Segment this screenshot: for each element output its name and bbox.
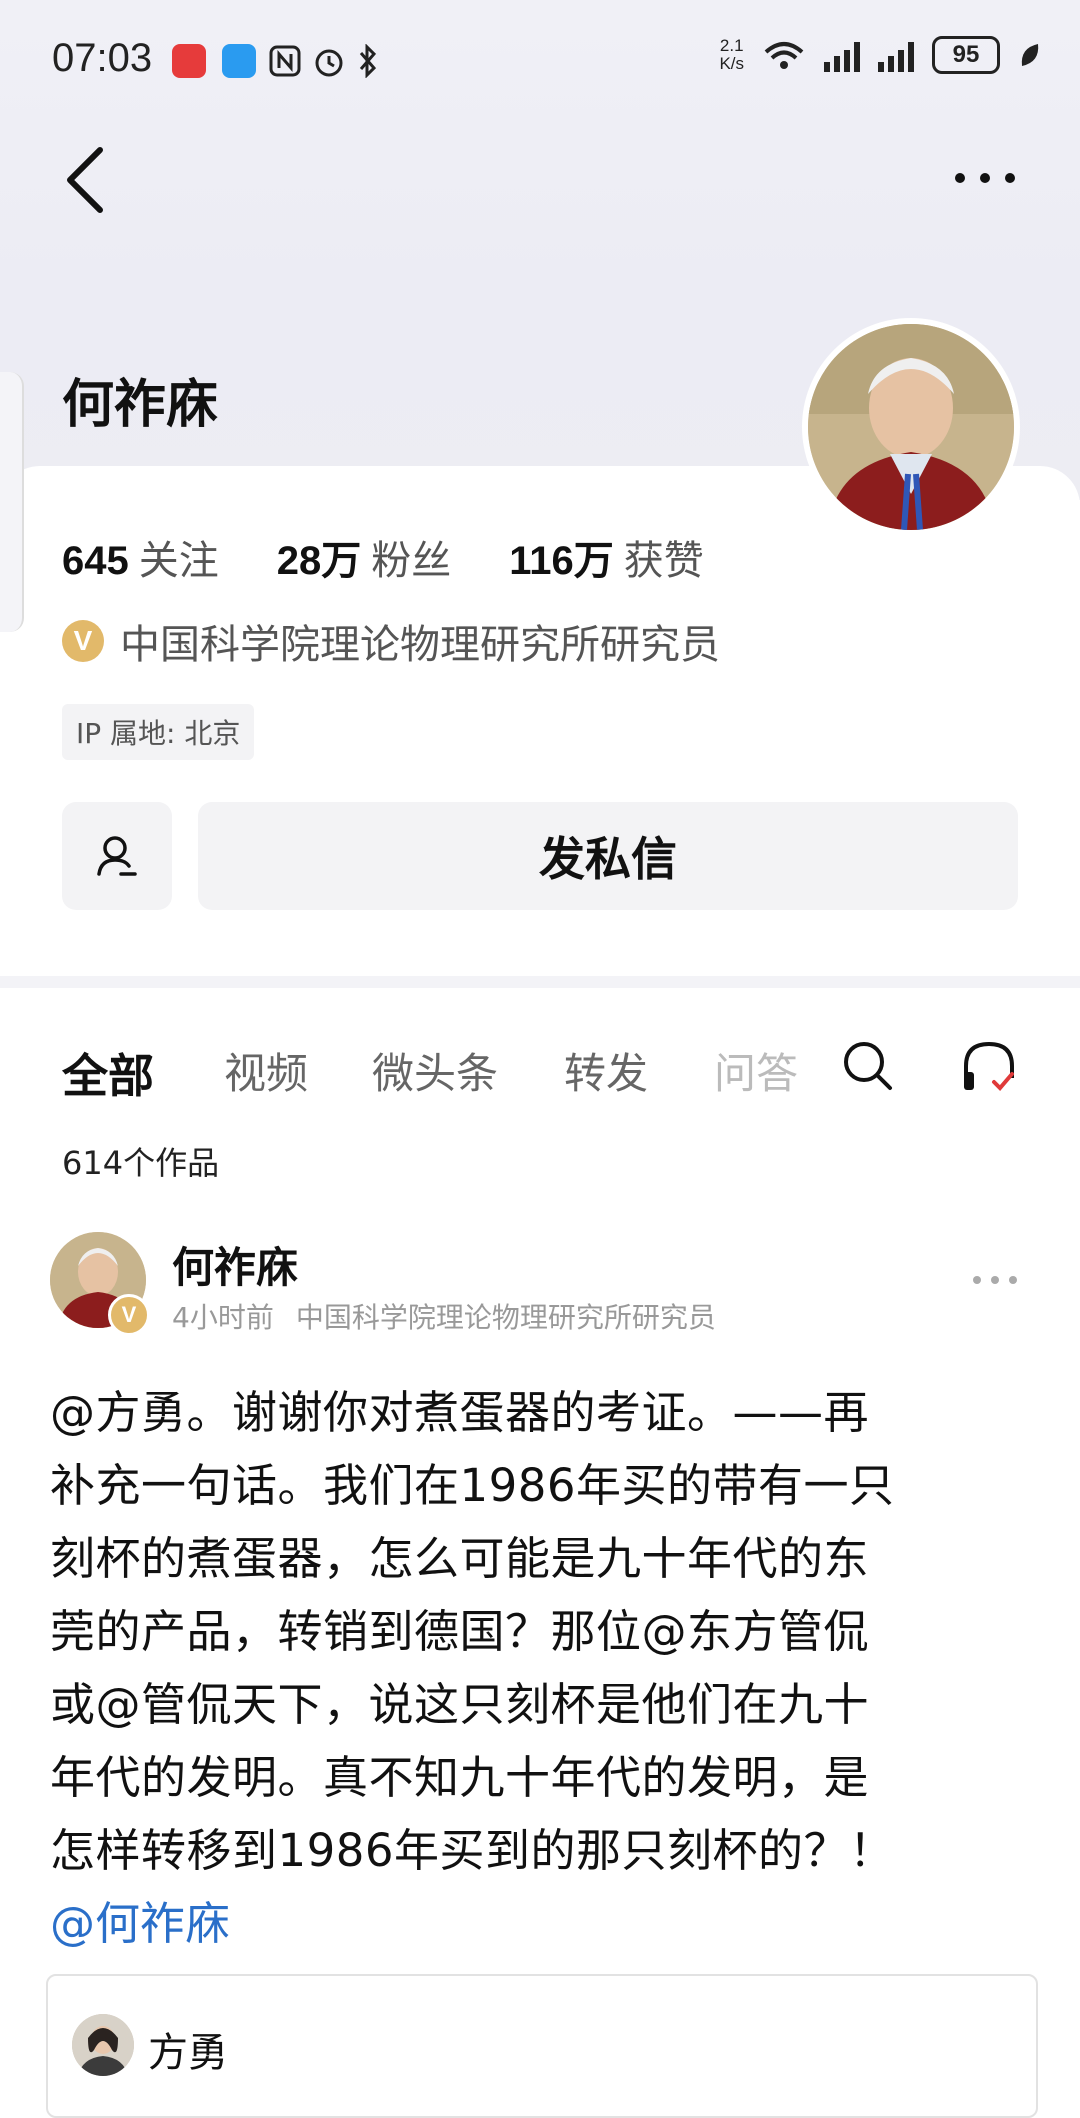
tab-all[interactable]: 全部: [62, 1040, 154, 1106]
profile-name: 何祚庥: [62, 375, 219, 435]
likes-count: 116万: [509, 539, 614, 583]
tab-video[interactable]: 视频: [224, 1040, 308, 1101]
content-tabs: 全部 视频 微头条 转发 问答: [62, 1040, 1022, 1103]
profile-stats: 645 关注 28万 粉丝 116万 获赞: [62, 528, 704, 586]
post-more-icon[interactable]: [970, 1270, 1020, 1290]
post-line: 莞的产品，转销到德国？那位@东方管侃: [50, 1605, 870, 1658]
stat-likes[interactable]: 116万 获赞: [509, 528, 704, 586]
user-follow-icon: [97, 836, 137, 876]
post-time: 4小时前: [172, 1301, 274, 1334]
tab-qa[interactable]: 问答: [714, 1040, 798, 1101]
follow-button[interactable]: [62, 802, 172, 910]
back-chevron-icon[interactable]: [56, 140, 116, 220]
post-author-title: 中国科学院理论物理研究所研究员: [295, 1301, 716, 1334]
verification-text: 中国科学院理论物理研究所研究员: [120, 622, 720, 668]
wifi-icon: [764, 42, 804, 69]
more-options-icon[interactable]: [950, 150, 1020, 200]
following-count: 645: [62, 539, 129, 583]
section-divider: [0, 976, 1080, 988]
send-message-button[interactable]: 发私信: [198, 802, 1018, 910]
followers-label: 粉丝: [371, 538, 452, 584]
verification-row: V 中国科学院理论物理研究所研究员: [62, 612, 720, 670]
post-verified-badge-icon: V: [108, 1294, 150, 1336]
post-line: @方勇。谢谢你对煮蛋器的考证。——再: [50, 1386, 870, 1439]
huawei-app-icon: [172, 44, 206, 78]
tab-repost[interactable]: 转发: [564, 1040, 648, 1101]
post-line: 补充一句话。我们在1986年买的带有一只: [50, 1459, 895, 1512]
profile-avatar[interactable]: [802, 318, 1020, 536]
leaf-icon: [1021, 44, 1039, 66]
status-right-group: 2.1 K/s 95: [719, 36, 1040, 74]
nfc-icon: [269, 45, 301, 77]
likes-label: 获赞: [623, 538, 704, 584]
ip-location-tag: IP 属地: 北京: [62, 704, 255, 760]
post-body: @方勇。谢谢你对煮蛋器的考证。——再 补充一句话。我们在1986年买的带有一只 …: [50, 1376, 1040, 1887]
post-line: 年代的发明。真不知九十年代的发明，是: [50, 1751, 870, 1804]
network-speed: 2.1 K/s: [719, 37, 744, 73]
post-line: 怎样转移到1986年买到的那只刻杯的？！: [50, 1824, 895, 1877]
search-icon[interactable]: [838, 1036, 896, 1094]
quoted-author-avatar: [72, 2014, 134, 2076]
signal-strength-icon-2: [878, 38, 914, 72]
stat-followers[interactable]: 28万 粉丝: [277, 528, 452, 586]
post-line: 刻杯的煮蛋器，怎么可能是九十年代的东: [50, 1532, 870, 1585]
speed-unit: K/s: [719, 54, 744, 73]
verified-badge-icon: V: [62, 620, 104, 662]
works-count: 614个作品: [62, 1144, 220, 1182]
post-meta: 4小时前 中国科学院理论物理研究所研究员: [172, 1296, 716, 1336]
status-bar: 07:03 2.1 K/s 95: [0, 0, 1080, 120]
speed-value: 2.1: [719, 36, 744, 55]
following-label: 关注: [138, 538, 219, 584]
battery-indicator: 95: [932, 36, 1000, 74]
quoted-post-card[interactable]: 方勇: [46, 1974, 1038, 2118]
alarm-icon: [315, 49, 343, 77]
status-time: 07:03: [52, 36, 153, 80]
post-author-name[interactable]: 何祚庥: [172, 1234, 298, 1295]
post-line: 或@管侃天下，说这只刻杯是他们在九十: [50, 1678, 870, 1731]
post-mention-link[interactable]: @何祚庥: [50, 1887, 230, 1952]
tab-micro-post[interactable]: 微头条: [372, 1040, 498, 1101]
headphones-icon[interactable]: [958, 1036, 1020, 1098]
bluetooth-icon: [359, 44, 377, 78]
signal-strength-icon: [824, 38, 860, 72]
side-drawer-handle[interactable]: [0, 372, 24, 632]
followers-count: 28万: [276, 539, 362, 583]
cloud-app-icon: [222, 44, 256, 78]
stat-following[interactable]: 645 关注: [62, 528, 219, 586]
quoted-author-name: 方勇: [148, 2030, 228, 2076]
